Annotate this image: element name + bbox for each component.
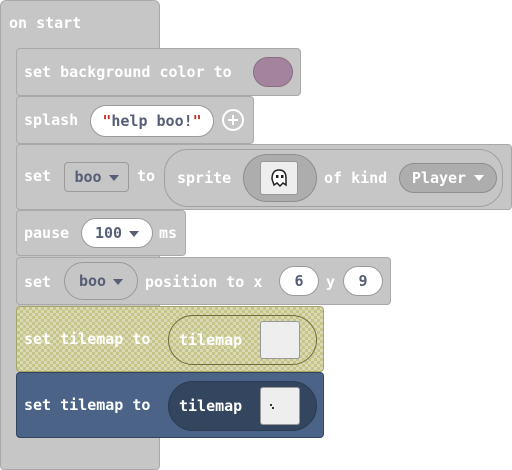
- variable-dropdown[interactable]: boo: [64, 162, 129, 192]
- y-label: y: [326, 273, 336, 291]
- tilemap-reporter-label-2: tilemap: [179, 397, 243, 415]
- y-value-field[interactable]: 9: [343, 266, 383, 296]
- position-variable-dropdown[interactable]: boo: [64, 262, 138, 300]
- tilemap-reporter-2[interactable]: tilemap: [168, 381, 317, 431]
- position-to-x-label: position to x: [145, 273, 263, 291]
- chevron-down-icon: [474, 175, 485, 181]
- sprite-label: sprite: [177, 169, 232, 187]
- splash-message-text: help boo!: [111, 112, 193, 130]
- background-color-swatch[interactable]: [253, 57, 293, 87]
- set-tilemap-block-2[interactable]: set tilemap to tilemap: [16, 372, 324, 438]
- pause-duration-value: 100: [95, 224, 139, 242]
- y-value: 9: [358, 272, 368, 290]
- set-background-color-block[interactable]: set background color to: [16, 48, 301, 96]
- set-tilemap-label-1: set tilemap to: [24, 330, 151, 348]
- sprite-image-field[interactable]: [243, 154, 317, 202]
- x-value-field[interactable]: 6: [279, 266, 319, 296]
- ghost-sprite-icon: [271, 169, 287, 188]
- tilemap-image-field-1[interactable]: [260, 321, 300, 359]
- pause-label: pause: [24, 224, 70, 242]
- of-kind-label: of kind: [324, 169, 388, 187]
- tilemap-dot-icon: [272, 407, 274, 409]
- x-value: 6: [294, 272, 304, 290]
- set-position-block[interactable]: set boo position to x 6 y 9: [16, 257, 391, 305]
- open-quote: ": [102, 112, 112, 130]
- set-label: set: [24, 167, 52, 185]
- pause-block[interactable]: pause 100 ms: [16, 210, 186, 256]
- variable-name: boo: [74, 168, 118, 186]
- set-sprite-block[interactable]: set boo to sprite of kind Player: [16, 144, 512, 210]
- close-quote: ": [192, 112, 202, 130]
- plus-circle-icon[interactable]: [222, 109, 244, 131]
- set-tilemap-label-2: set tilemap to: [24, 396, 151, 414]
- pause-unit-label: ms: [159, 224, 178, 242]
- set-position-set-label: set: [24, 273, 52, 291]
- pause-duration-dropdown[interactable]: 100: [81, 218, 153, 248]
- sprite-of-kind-reporter[interactable]: sprite of kind Player: [164, 149, 503, 207]
- on-start-label: on start: [9, 14, 82, 32]
- tilemap-reporter-label-1: tilemap: [179, 331, 243, 349]
- position-variable-name: boo: [79, 272, 123, 290]
- splash-message-field[interactable]: " help boo! ": [90, 105, 214, 137]
- splash-block[interactable]: splash " help boo! ": [16, 96, 254, 144]
- kind-value: Player: [411, 169, 467, 187]
- set-background-color-label: set background color to: [24, 63, 232, 81]
- kind-dropdown[interactable]: Player: [399, 163, 497, 193]
- to-label: to: [137, 167, 156, 185]
- tilemap-reporter-1[interactable]: tilemap: [168, 315, 317, 365]
- tilemap-dot-icon: [270, 404, 272, 406]
- tilemap-image-field-2[interactable]: [260, 387, 300, 425]
- splash-label: splash: [24, 111, 79, 129]
- set-tilemap-block-1[interactable]: set tilemap to tilemap: [16, 306, 324, 372]
